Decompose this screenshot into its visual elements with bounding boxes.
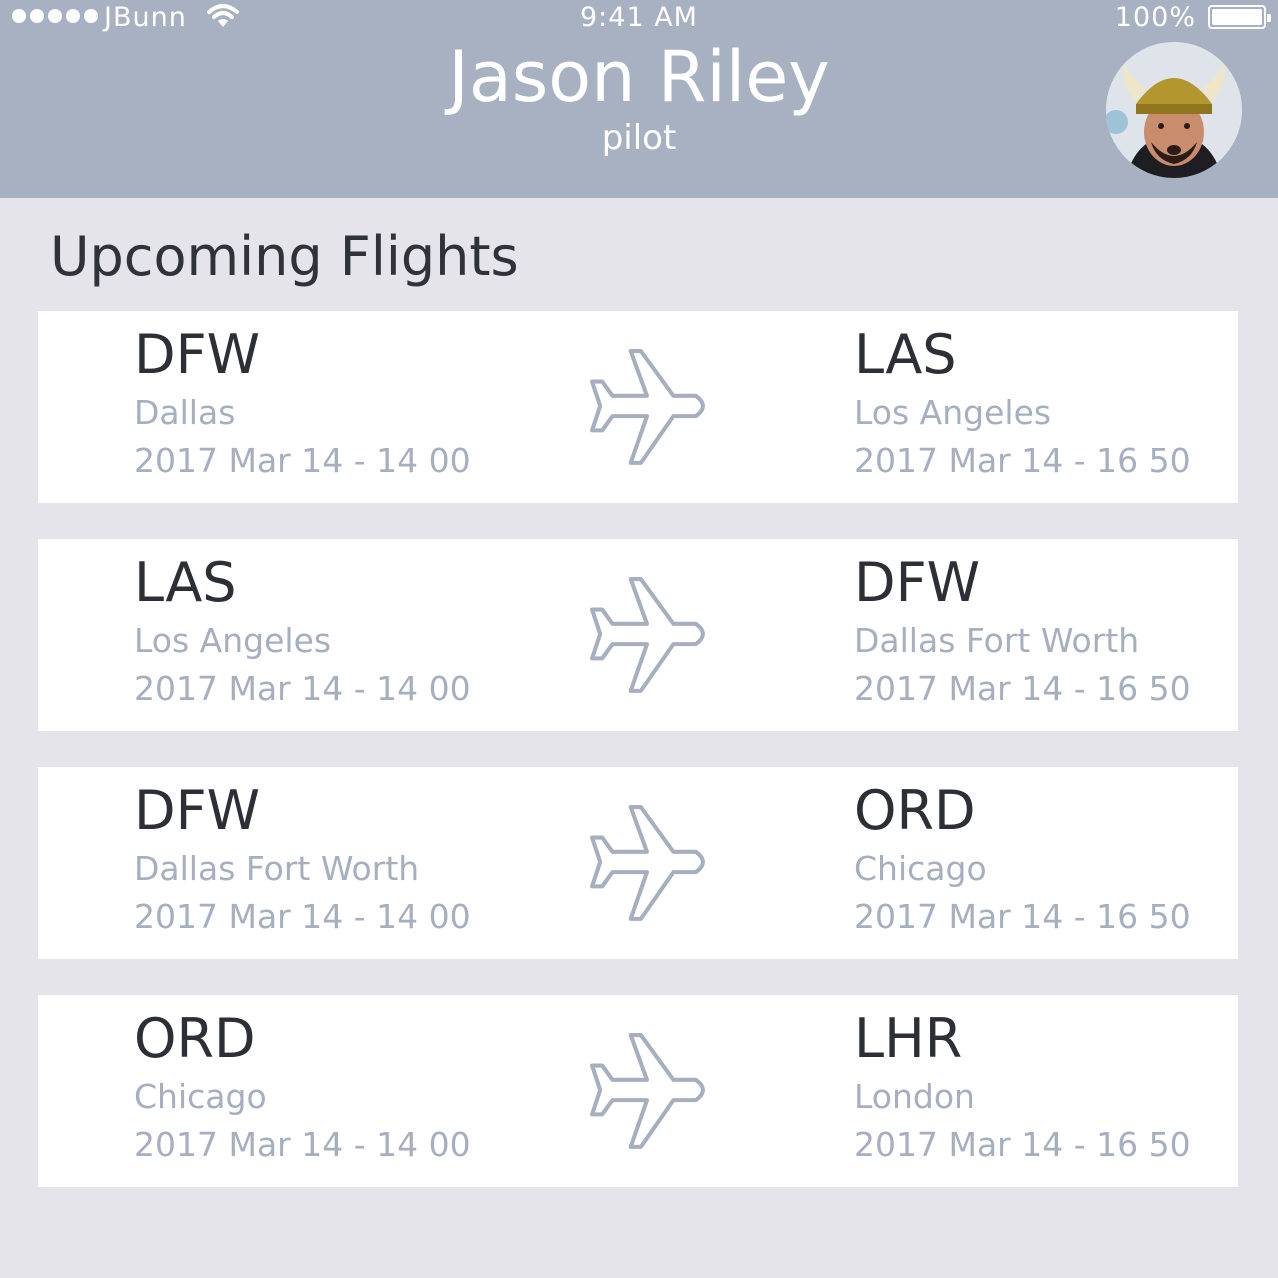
battery-percentage: 100% xyxy=(1114,2,1196,33)
destination-code: LHR xyxy=(854,1007,963,1070)
profile-header: JBunn 9:41 AM 100% Jason Riley pilot xyxy=(0,0,1278,198)
origin-city: Chicago xyxy=(134,1077,267,1116)
destination-code: LAS xyxy=(854,323,957,386)
flight-card[interactable]: DFW Dallas Fort Worth 2017 Mar 14 - 14 0… xyxy=(38,767,1238,959)
airplane-icon xyxy=(590,577,705,693)
origin-city: Los Angeles xyxy=(134,621,332,660)
origin-code: DFW xyxy=(134,323,261,386)
avatar-photo-icon xyxy=(1106,42,1242,178)
flight-card[interactable]: ORD Chicago 2017 Mar 14 - 14 00 LHR Lond… xyxy=(38,995,1238,1187)
origin-code: DFW xyxy=(134,779,261,842)
avatar[interactable] xyxy=(1106,42,1242,178)
destination-city: London xyxy=(854,1077,975,1116)
departure-time: 2017 Mar 14 - 14 00 xyxy=(134,669,471,708)
destination-code: DFW xyxy=(854,551,981,614)
destination-city: Dallas Fort Worth xyxy=(854,621,1140,660)
airplane-icon xyxy=(590,349,705,465)
destination-code: ORD xyxy=(854,779,976,842)
arrival-time: 2017 Mar 14 - 16 50 xyxy=(854,669,1191,708)
arrival-time: 2017 Mar 14 - 16 50 xyxy=(854,441,1191,480)
profile-role: pilot xyxy=(601,118,677,158)
arrival-time: 2017 Mar 14 - 16 50 xyxy=(854,897,1191,936)
section-title: Upcoming Flights xyxy=(50,225,519,288)
origin-city: Dallas xyxy=(134,393,236,432)
origin-code: LAS xyxy=(134,551,237,614)
profile-name: Jason Riley xyxy=(448,36,830,118)
arrival-time: 2017 Mar 14 - 16 50 xyxy=(854,1125,1191,1164)
departure-time: 2017 Mar 14 - 14 00 xyxy=(134,441,471,480)
status-bar: JBunn 9:41 AM 100% xyxy=(0,0,1278,36)
departure-time: 2017 Mar 14 - 14 00 xyxy=(134,1125,471,1164)
flight-card[interactable]: LAS Los Angeles 2017 Mar 14 - 14 00 DFW … xyxy=(38,539,1238,731)
airplane-icon xyxy=(590,805,705,921)
status-time: 9:41 AM xyxy=(580,2,698,33)
departure-time: 2017 Mar 14 - 14 00 xyxy=(134,897,471,936)
origin-city: Dallas Fort Worth xyxy=(134,849,420,888)
origin-code: ORD xyxy=(134,1007,256,1070)
flight-card[interactable]: DFW Dallas 2017 Mar 14 - 14 00 LAS Los A… xyxy=(38,311,1238,503)
battery-icon xyxy=(1208,5,1271,29)
destination-city: Chicago xyxy=(854,849,987,888)
airplane-icon xyxy=(590,1033,705,1149)
destination-city: Los Angeles xyxy=(854,393,1052,432)
